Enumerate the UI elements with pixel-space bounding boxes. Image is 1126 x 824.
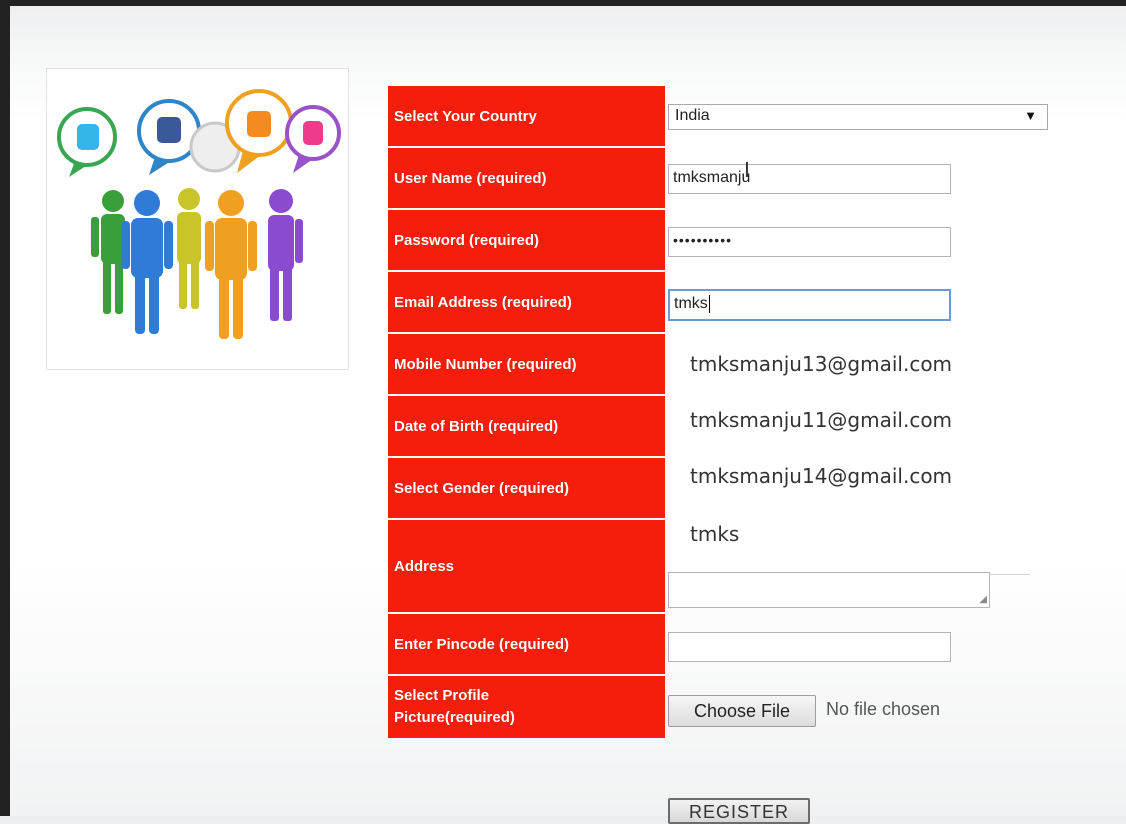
resize-grip-icon[interactable]: ◢ [979, 594, 987, 605]
email-autocomplete-dropdown: tmksmanju13@gmail.com tmksmanju11@gmail.… [668, 338, 1030, 575]
gender-label: Select Gender (required) [388, 458, 665, 520]
country-label: Select Your Country [388, 86, 665, 148]
profile-label-line1: Select Profile [394, 687, 490, 704]
mobile-label: Mobile Number (required) [388, 334, 665, 396]
person-figure [91, 190, 125, 314]
flickr-icon [285, 105, 341, 173]
profile-label-line2: Picture(required) [394, 709, 515, 726]
dob-label: Date of Birth (required) [388, 396, 665, 458]
pincode-input[interactable] [668, 632, 951, 662]
password-label: Password (required) [388, 210, 665, 272]
autocomplete-suggestion[interactable]: tmksmanju11@gmail.com [690, 408, 952, 432]
no-file-chosen-text: No file chosen [826, 699, 941, 719]
text-caret [708, 295, 710, 313]
profile-picture-label: Select Profile Picture(required) [388, 676, 665, 738]
autocomplete-suggestion[interactable]: tmks [690, 522, 739, 546]
password-input[interactable]: •••••••••• [668, 227, 951, 257]
twitter-icon [57, 107, 117, 177]
email-input-value: tmks [674, 295, 708, 313]
window-frame-top [0, 0, 1126, 6]
choose-file-button[interactable]: Choose File [668, 695, 816, 727]
social-people-logo [46, 68, 349, 370]
password-input-value: •••••••••• [673, 232, 733, 248]
address-textarea[interactable]: ◢ [668, 572, 990, 608]
person-figure [268, 189, 303, 321]
window-frame-left [0, 0, 10, 816]
email-label: Email Address (required) [388, 272, 665, 334]
autocomplete-suggestion[interactable]: tmksmanju13@gmail.com [690, 352, 952, 376]
email-input[interactable]: tmks [668, 289, 951, 321]
text-cursor-icon: I [744, 158, 750, 182]
country-select[interactable]: India ▼ [668, 104, 1048, 130]
facebook-icon [137, 99, 201, 175]
person-figure [121, 190, 173, 334]
username-label: User Name (required) [388, 148, 665, 210]
person-figure [177, 188, 201, 309]
dropdown-arrow-icon: ▼ [1024, 108, 1037, 123]
blogger-icon [225, 89, 293, 173]
username-input-value: tmksmanju [673, 169, 751, 186]
pincode-label: Enter Pincode (required) [388, 614, 665, 676]
country-select-value: India [675, 107, 710, 124]
register-button[interactable]: REGISTER [668, 798, 810, 824]
username-input[interactable]: tmksmanju [668, 164, 951, 194]
address-label: Address [388, 520, 665, 614]
form-labels-column: Select Your Country User Name (required)… [388, 86, 665, 738]
person-figure [205, 190, 257, 339]
autocomplete-suggestion[interactable]: tmksmanju14@gmail.com [690, 464, 952, 488]
